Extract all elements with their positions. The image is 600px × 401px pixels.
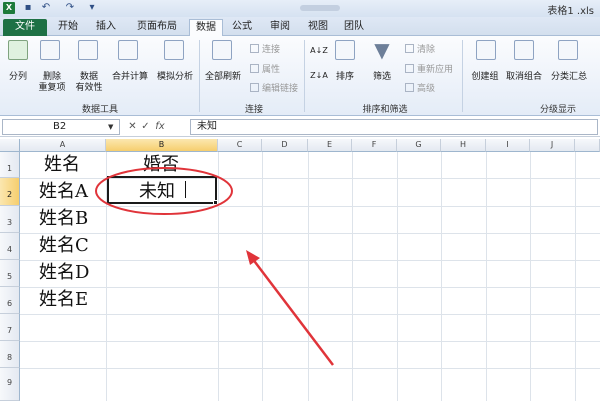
annotation-ellipse xyxy=(95,167,233,215)
annotation-arrowhead xyxy=(246,250,260,265)
annotation-overlay xyxy=(95,167,334,366)
annotation-arrow-line xyxy=(251,257,334,366)
